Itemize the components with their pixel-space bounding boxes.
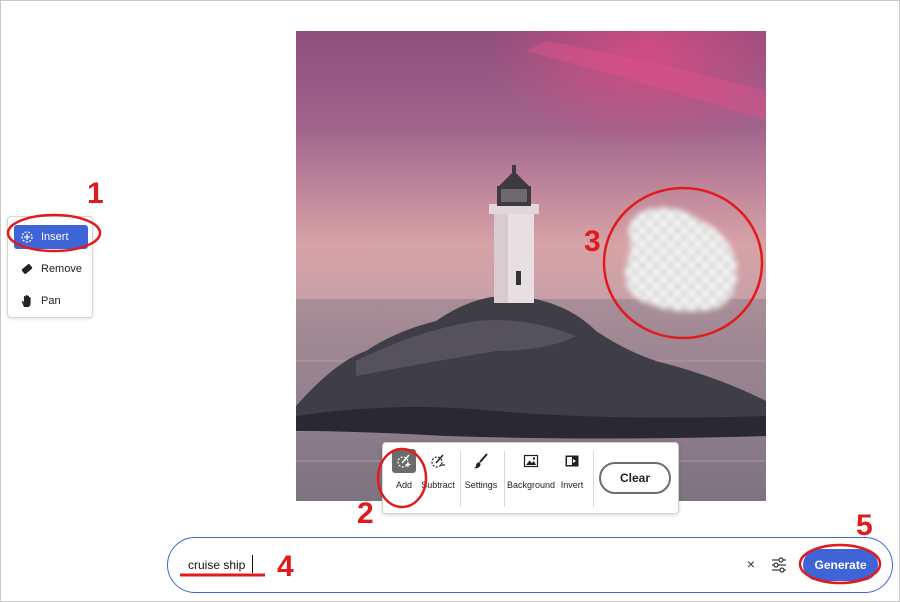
select-background-button[interactable]: Background bbox=[507, 449, 555, 490]
clear-prompt-icon[interactable]: × bbox=[743, 556, 759, 572]
invert-label: Invert bbox=[560, 480, 584, 490]
annotation-number-3: 3 bbox=[584, 225, 601, 258]
remove-tool-button[interactable]: Remove bbox=[14, 257, 88, 281]
insert-tool-label: Insert bbox=[41, 231, 69, 243]
subtract-label: Subtract bbox=[421, 480, 455, 490]
invert-icon bbox=[560, 449, 584, 473]
annotation-number-1: 1 bbox=[87, 177, 104, 210]
brush-icon bbox=[469, 449, 493, 473]
subtract-selection-button[interactable]: Subtract bbox=[419, 449, 457, 490]
clear-selection-button[interactable]: Clear bbox=[599, 462, 671, 494]
hand-icon bbox=[20, 294, 34, 308]
generate-button[interactable]: Generate bbox=[803, 549, 878, 581]
image-icon bbox=[519, 449, 543, 473]
add-label: Add bbox=[395, 480, 412, 490]
insert-icon bbox=[20, 230, 34, 244]
annotation-number-5: 5 bbox=[856, 509, 873, 542]
annotation-number-4: 4 bbox=[277, 550, 294, 583]
pan-tool-label: Pan bbox=[41, 295, 61, 307]
brush-subtract-icon bbox=[426, 449, 450, 473]
annotation-number-2: 2 bbox=[357, 497, 374, 530]
image-canvas[interactable] bbox=[296, 31, 766, 501]
toolbar-divider bbox=[460, 451, 461, 507]
sliders-icon[interactable] bbox=[770, 556, 788, 574]
prompt-bar: × Generate bbox=[167, 537, 893, 593]
insert-tool-button[interactable]: Insert bbox=[14, 225, 88, 249]
settings-label: Settings bbox=[464, 480, 498, 490]
remove-tool-label: Remove bbox=[41, 263, 82, 275]
invert-selection-button[interactable]: Invert bbox=[555, 449, 589, 490]
prompt-input[interactable] bbox=[188, 554, 688, 576]
text-caret bbox=[252, 555, 253, 573]
toolbar-divider bbox=[593, 451, 594, 507]
toolbar-divider bbox=[504, 451, 505, 507]
tool-panel: Insert Remove Pan bbox=[7, 216, 93, 318]
brush-add-icon bbox=[392, 449, 416, 473]
add-selection-button[interactable]: Add bbox=[387, 449, 421, 490]
remove-icon bbox=[20, 262, 34, 276]
selection-toolbar: Add Subtract Settings Background Invert … bbox=[382, 442, 679, 514]
brush-settings-button[interactable]: Settings bbox=[463, 449, 499, 490]
pan-tool-button[interactable]: Pan bbox=[14, 289, 88, 313]
background-label: Background bbox=[506, 480, 556, 490]
